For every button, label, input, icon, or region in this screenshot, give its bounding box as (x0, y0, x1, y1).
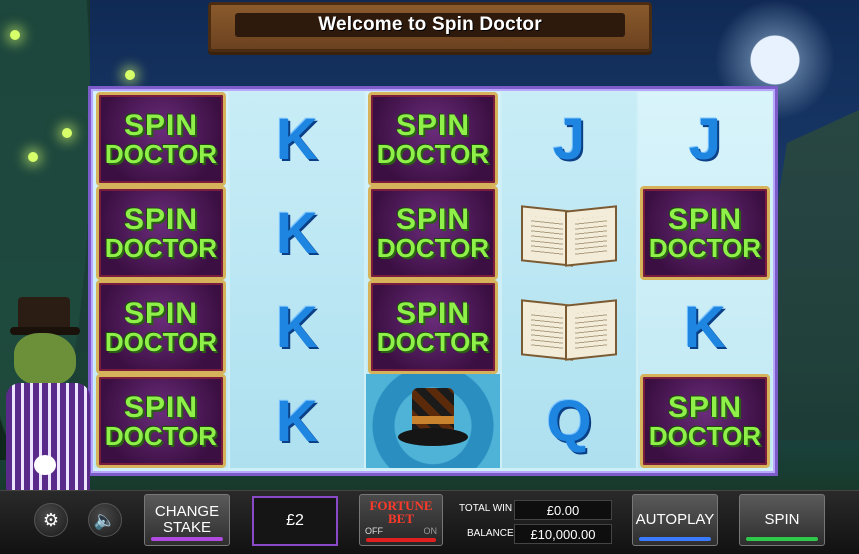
fortune-bet-toggle[interactable]: FORTUNE BET OFF ON (359, 494, 443, 546)
spin-doctor-character (0, 285, 92, 490)
symbol-logo: SPIN DOCTOR (94, 374, 228, 468)
spin-doctor-logo: SPIN DOCTOR (368, 92, 498, 186)
lantern-light (28, 152, 38, 162)
symbol-q: Q (502, 374, 636, 468)
reel-grid: SPIN DOCTOR SPIN DOCTOR SPIN DOCTOR SPIN DOC… (88, 86, 778, 476)
speaker-icon: 🔈 (93, 509, 117, 530)
top-hat-icon (398, 386, 468, 456)
sound-button[interactable]: 🔈 (88, 503, 122, 537)
lantern-light (125, 70, 135, 80)
symbol-j: J (638, 92, 772, 186)
symbol-logo: SPIN DOCTOR (94, 92, 228, 186)
fortune-bet-label: FORTUNE BET (360, 499, 442, 525)
game-title: Welcome to Spin Doctor (318, 14, 542, 35)
fortune-on-label: ON (423, 526, 438, 536)
letter-symbol: Q (546, 388, 592, 454)
logo-word-spin: SPIN (123, 109, 199, 142)
spin-doctor-logo: SPIN DOCTOR (640, 374, 770, 468)
reel-5: J SPIN DOCTOR K SPIN DOCTOR (638, 92, 772, 468)
logo-word-doctor: DOCTOR (648, 233, 762, 263)
logo-word-doctor: DOCTOR (376, 233, 490, 263)
symbol-logo: SPIN DOCTOR (638, 186, 772, 280)
spell-book-icon (519, 296, 619, 361)
symbol-logo: SPIN DOCTOR (94, 186, 228, 280)
spin-button[interactable]: SPIN (739, 494, 825, 546)
symbol-book (502, 280, 636, 374)
logo-word-spin: SPIN (667, 391, 743, 424)
logo-word-doctor: DOCTOR (376, 139, 490, 169)
settings-button[interactable]: ⚙ (34, 503, 68, 537)
spell-book-icon (519, 202, 619, 267)
spin-doctor-logo: SPIN DOCTOR (640, 186, 770, 280)
logo-word-spin: SPIN (395, 203, 471, 236)
symbol-logo: SPIN DOCTOR (366, 186, 500, 280)
logo-word-spin: SPIN (395, 297, 471, 330)
skull-icon (34, 455, 56, 475)
letter-symbol: K (276, 294, 318, 360)
balance-label: BALANCE (467, 528, 514, 539)
symbol-k: K (230, 374, 364, 468)
lantern-light (62, 128, 72, 138)
title-sign: Welcome to Spin Doctor (208, 2, 652, 52)
symbol-logo: SPIN DOCTOR (94, 280, 228, 374)
reel-4: J Q (502, 92, 636, 468)
symbol-k: K (230, 280, 364, 374)
logo-word-spin: SPIN (123, 391, 199, 424)
stake-display: £2 (252, 496, 338, 546)
spin-doctor-logo: SPIN DOCTOR (96, 374, 226, 468)
reel-1: SPIN DOCTOR SPIN DOCTOR SPIN DOCTOR SPIN DOC… (94, 92, 228, 468)
gear-icon: ⚙ (42, 509, 60, 530)
change-stake-label: CHANGE (154, 503, 220, 521)
spin-doctor-logo: SPIN DOCTOR (96, 92, 226, 186)
logo-word-doctor: DOCTOR (376, 327, 490, 357)
letter-symbol: K (684, 294, 726, 360)
hut-decoration (769, 110, 859, 440)
spin-label: SPIN (764, 511, 800, 529)
letter-symbol: K (276, 106, 318, 172)
symbol-k: K (638, 280, 772, 374)
change-stake-label-2: STAKE (162, 519, 212, 536)
lantern-light (10, 30, 20, 40)
letter-symbol: K (276, 388, 318, 454)
letter-symbol: J (688, 106, 722, 172)
logo-word-doctor: DOCTOR (648, 421, 762, 451)
logo-word-doctor: DOCTOR (104, 421, 218, 451)
logo-word-doctor: DOCTOR (104, 233, 218, 263)
spin-doctor-logo: SPIN DOCTOR (96, 280, 226, 374)
fortune-bet-word-2: BET (387, 511, 414, 526)
symbol-hat (366, 374, 500, 468)
fortune-toggle-indicator (366, 538, 436, 542)
symbol-logo: SPIN DOCTOR (366, 280, 500, 374)
spin-accent (746, 537, 818, 541)
logo-word-spin: SPIN (395, 109, 471, 142)
title-plate: Welcome to Spin Doctor (235, 13, 625, 37)
symbol-k: K (230, 186, 364, 280)
logo-word-spin: SPIN (123, 203, 199, 236)
logo-word-spin: SPIN (123, 297, 199, 330)
symbol-k: K (230, 92, 364, 186)
spin-doctor-logo: SPIN DOCTOR (96, 186, 226, 280)
symbol-logo: SPIN DOCTOR (366, 92, 500, 186)
letter-symbol: K (276, 200, 318, 266)
autoplay-label: AUTOPLAY (635, 511, 715, 529)
balance-value: £10,000.00 (514, 524, 612, 544)
fortune-off-label: OFF (365, 526, 383, 536)
logo-word-spin: SPIN (667, 203, 743, 236)
reel-3: SPIN DOCTOR SPIN DOCTOR SPIN DOCTOR (366, 92, 500, 468)
autoplay-accent (639, 537, 711, 541)
reel-2: K K K K (230, 92, 364, 468)
symbol-j: J (502, 92, 636, 186)
logo-word-doctor: DOCTOR (104, 327, 218, 357)
change-stake-accent (151, 537, 223, 541)
spin-doctor-logo: SPIN DOCTOR (368, 186, 498, 280)
logo-word-doctor: DOCTOR (104, 139, 218, 169)
change-stake-button[interactable]: CHANGE STAKE (144, 494, 230, 546)
total-win-label: TOTAL WIN (459, 503, 513, 514)
total-win-value: £0.00 (514, 500, 612, 520)
symbol-logo: SPIN DOCTOR (638, 374, 772, 468)
spin-doctor-logo: SPIN DOCTOR (368, 280, 498, 374)
autoplay-button[interactable]: AUTOPLAY (632, 494, 718, 546)
letter-symbol: J (552, 106, 586, 172)
symbol-book (502, 186, 636, 280)
